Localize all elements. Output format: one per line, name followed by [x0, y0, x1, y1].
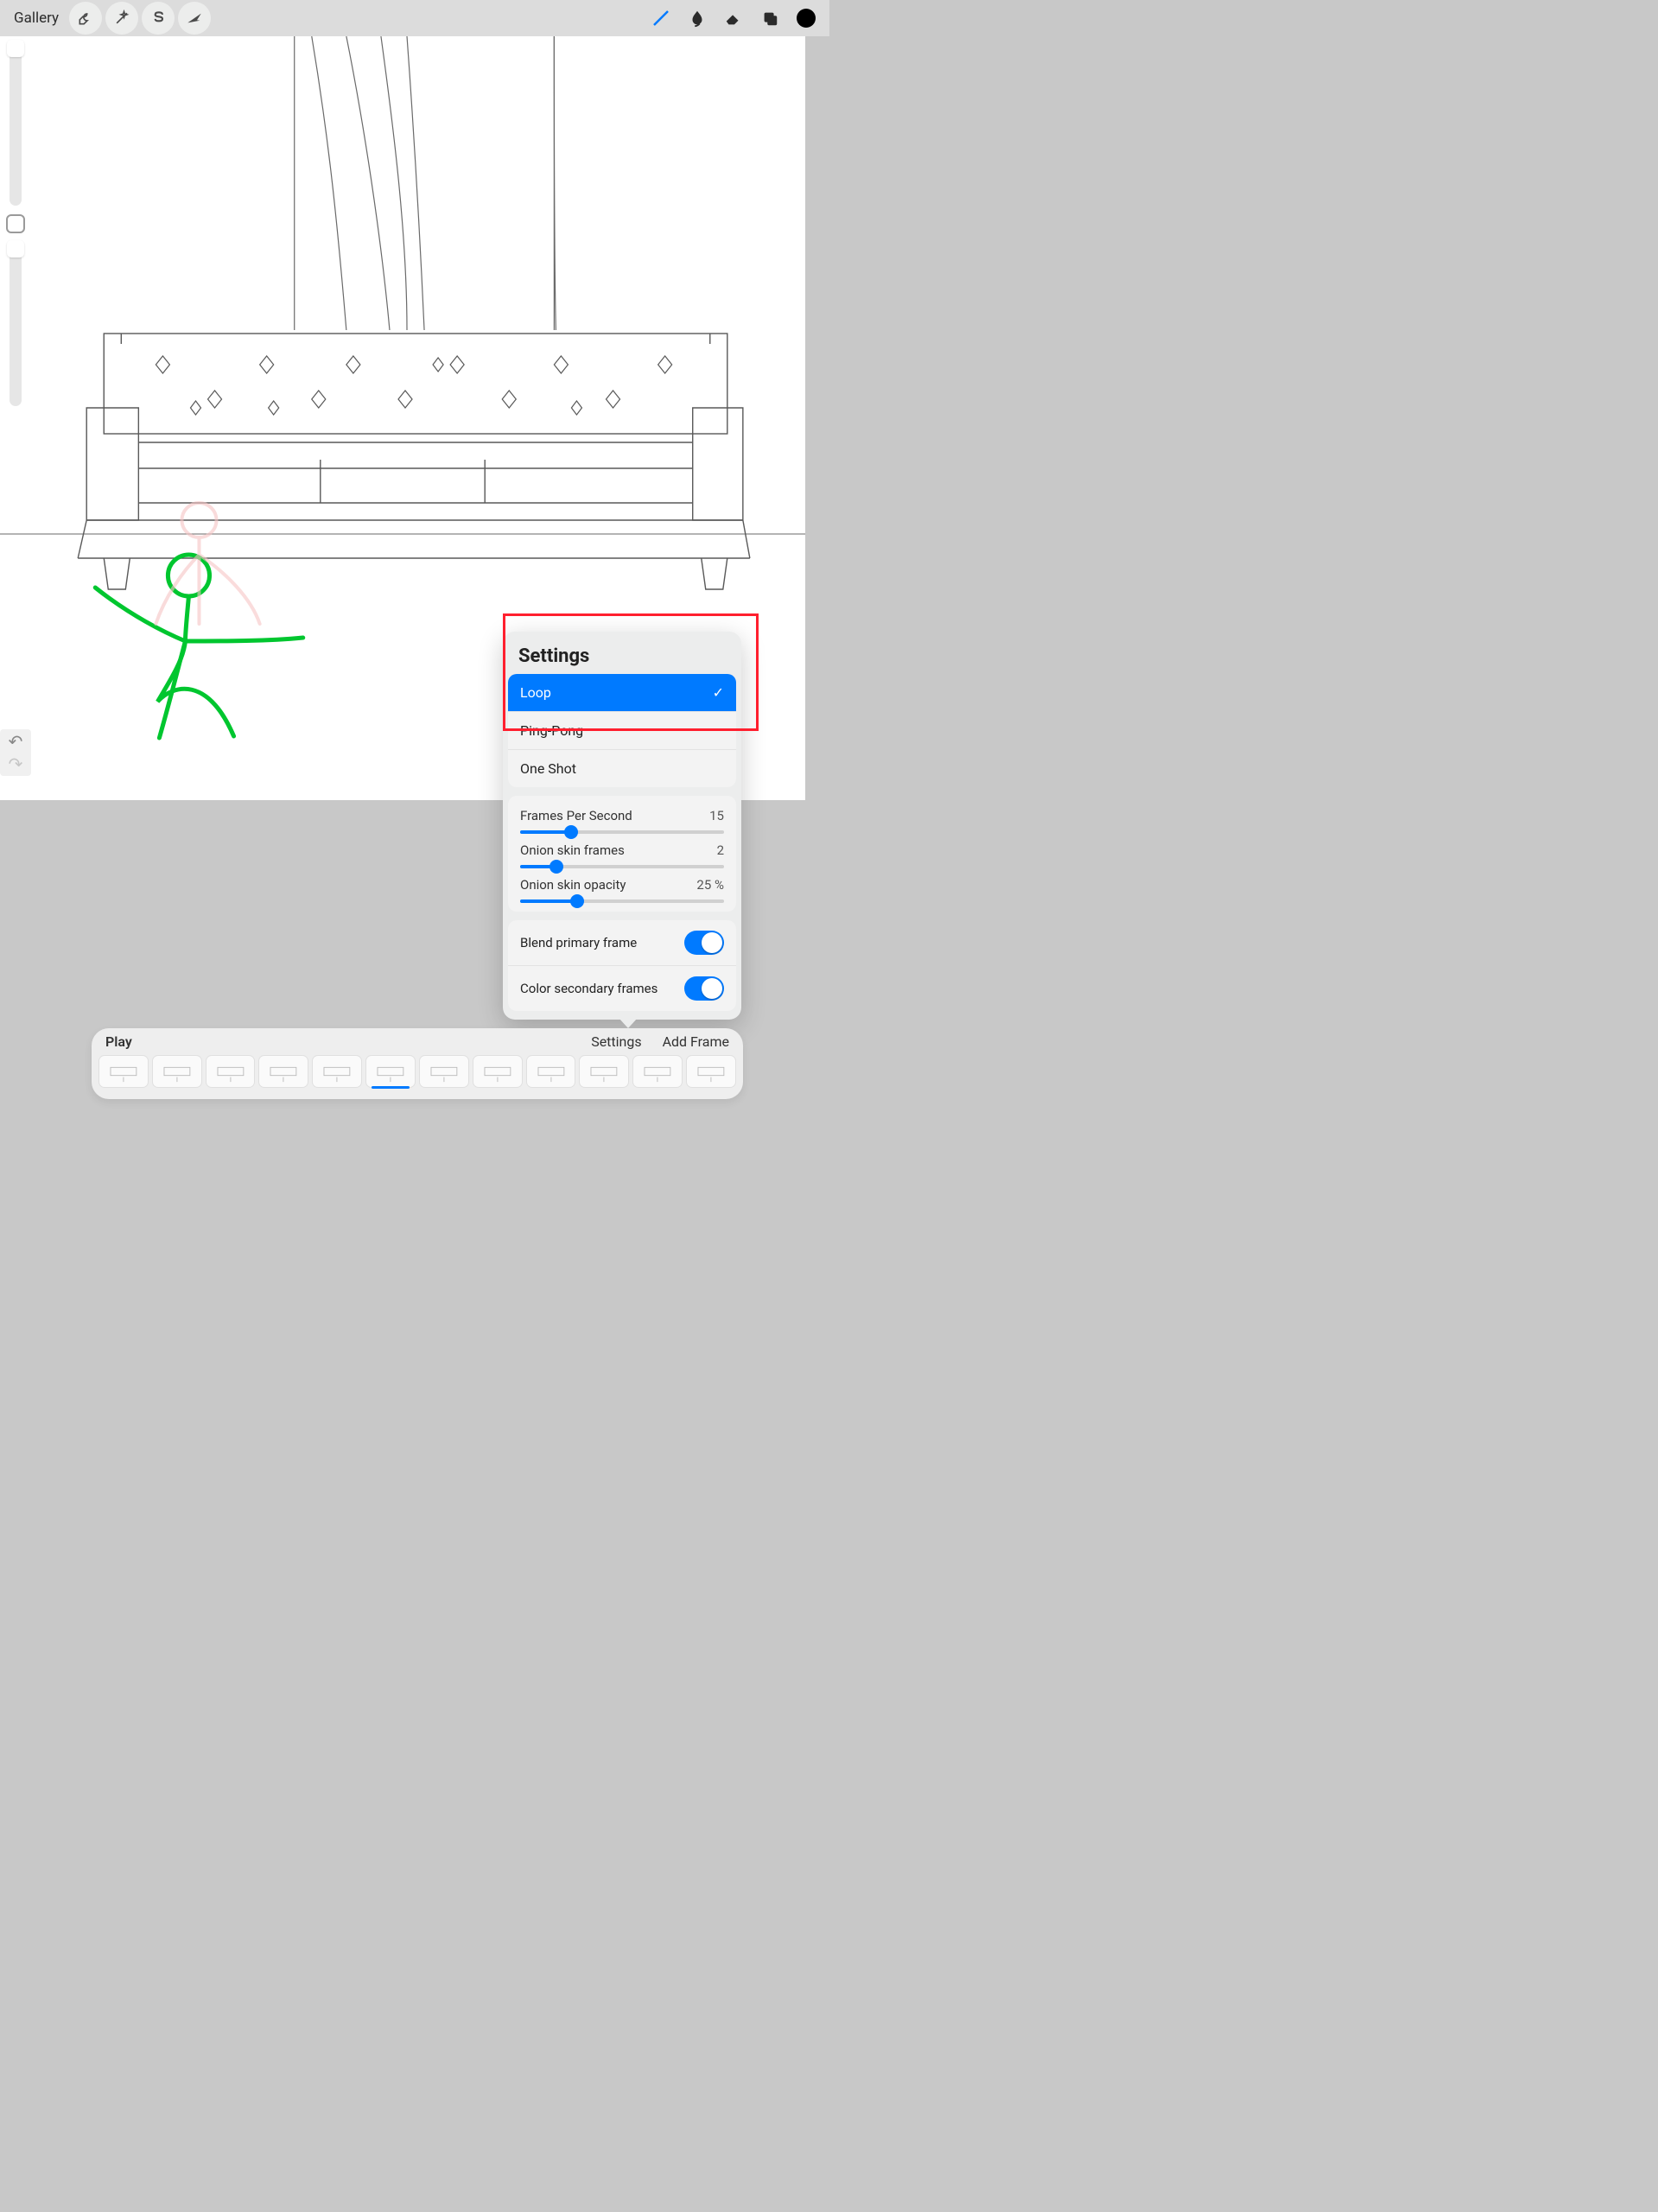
brush-icon[interactable]	[645, 2, 677, 35]
undo-redo: ↶ ↷	[0, 729, 31, 776]
undo-icon[interactable]: ↶	[9, 733, 23, 750]
frame-thumb[interactable]	[419, 1055, 469, 1088]
frame-thumb[interactable]	[526, 1055, 576, 1088]
animation-timeline: Play Settings Add Frame	[92, 1028, 743, 1099]
onion-frames-value: 2	[717, 842, 724, 858]
brush-size-slider[interactable]	[10, 41, 22, 206]
blend-primary-label: Blend primary frame	[520, 935, 637, 950]
timeline-settings-button[interactable]: Settings	[591, 1033, 641, 1050]
onion-frames-label: Onion skin frames	[520, 842, 625, 858]
frame-thumb[interactable]	[579, 1055, 629, 1088]
modify-button[interactable]	[6, 214, 25, 233]
color-swatch[interactable]	[790, 2, 823, 35]
onion-opacity-slider[interactable]	[520, 899, 724, 903]
mode-label: One Shot	[520, 760, 576, 777]
fps-row[interactable]: Frames Per Second 15	[520, 799, 724, 834]
fps-value: 15	[709, 808, 724, 823]
gallery-button[interactable]: Gallery	[7, 4, 66, 32]
mode-item-one-shot[interactable]: One Shot	[508, 750, 736, 787]
mode-item-loop[interactable]: Loop ✓	[508, 674, 736, 712]
slider-section: Frames Per Second 15 Onion skin frames 2 O…	[508, 796, 736, 912]
frame-thumb[interactable]	[686, 1055, 736, 1088]
opacity-slider[interactable]	[10, 242, 22, 406]
playback-mode-list: Loop ✓ Ping-Pong One Shot	[508, 674, 736, 787]
onion-opacity-row[interactable]: Onion skin opacity 25 %	[520, 868, 724, 903]
frame-thumb[interactable]	[312, 1055, 362, 1088]
color-secondary-label: Color secondary frames	[520, 981, 657, 996]
layers-icon[interactable]	[753, 2, 786, 35]
frame-thumb[interactable]	[632, 1055, 683, 1088]
blend-primary-toggle[interactable]	[684, 931, 724, 955]
fps-label: Frames Per Second	[520, 808, 632, 823]
onion-frames-slider[interactable]	[520, 865, 724, 868]
fps-slider[interactable]	[520, 830, 724, 834]
frame-thumb[interactable]	[473, 1055, 523, 1088]
redo-icon[interactable]: ↷	[9, 755, 23, 772]
color-secondary-toggle[interactable]	[684, 976, 724, 1001]
mode-item-ping-pong[interactable]: Ping-Pong	[508, 712, 736, 750]
frame-thumb[interactable]	[258, 1055, 308, 1088]
left-rail	[0, 36, 31, 778]
color-secondary-toggle-row: Color secondary frames	[508, 966, 736, 1011]
mode-label: Ping-Pong	[520, 722, 583, 739]
frame-thumb[interactable]	[98, 1055, 149, 1088]
smudge-icon[interactable]	[681, 2, 714, 35]
onion-opacity-label: Onion skin opacity	[520, 877, 626, 893]
wand-icon[interactable]	[105, 2, 138, 35]
wrench-icon[interactable]	[69, 2, 102, 35]
arrow-cursor-icon[interactable]	[178, 2, 211, 35]
onion-frames-row[interactable]: Onion skin frames 2	[520, 834, 724, 868]
popover-title: Settings	[503, 632, 741, 674]
play-button[interactable]: Play	[105, 1033, 132, 1050]
select-s-icon[interactable]	[142, 2, 175, 35]
blend-primary-toggle-row: Blend primary frame	[508, 920, 736, 966]
animation-settings-popover: Settings Loop ✓ Ping-Pong One Shot Frames P…	[503, 632, 741, 1020]
frame-thumb[interactable]	[206, 1055, 256, 1088]
eraser-icon[interactable]	[717, 2, 750, 35]
checkmark-icon: ✓	[713, 684, 724, 701]
frame-thumb[interactable]	[365, 1055, 416, 1088]
top-toolbar: Gallery	[0, 0, 829, 36]
toggle-section: Blend primary frame Color secondary fram…	[508, 920, 736, 1011]
mode-label: Loop	[520, 684, 551, 701]
frame-strip[interactable]	[92, 1050, 743, 1095]
onion-opacity-value: 25 %	[696, 877, 724, 893]
frame-thumb[interactable]	[152, 1055, 202, 1088]
add-frame-button[interactable]: Add Frame	[663, 1033, 729, 1050]
